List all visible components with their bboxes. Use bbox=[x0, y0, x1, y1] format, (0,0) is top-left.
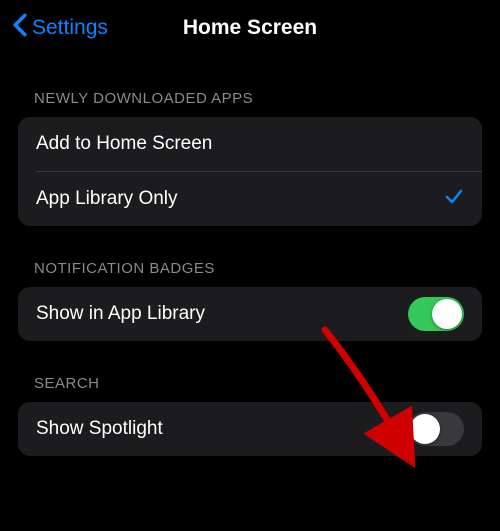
checkmark-icon bbox=[444, 186, 464, 212]
section-header-newly-downloaded: NEWLY DOWNLOADED APPS bbox=[0, 56, 500, 117]
section-header-notification-badges: NOTIFICATION BADGES bbox=[0, 226, 500, 287]
group-newly-downloaded: Add to Home Screen App Library Only bbox=[18, 117, 482, 226]
group-search: Show Spotlight bbox=[18, 402, 482, 456]
row-show-in-app-library[interactable]: Show in App Library bbox=[18, 287, 482, 341]
back-button[interactable]: Settings bbox=[12, 13, 108, 43]
toggle-show-spotlight[interactable] bbox=[408, 412, 464, 446]
row-add-to-home-screen[interactable]: Add to Home Screen bbox=[18, 117, 482, 171]
back-label: Settings bbox=[32, 16, 108, 40]
section-header-search: SEARCH bbox=[0, 341, 500, 402]
page-title: Home Screen bbox=[183, 16, 317, 40]
toggle-knob bbox=[432, 299, 462, 329]
nav-bar: Settings Home Screen bbox=[0, 0, 500, 56]
row-label: Show in App Library bbox=[36, 303, 205, 325]
row-label: Add to Home Screen bbox=[36, 133, 212, 155]
toggle-show-in-app-library[interactable] bbox=[408, 297, 464, 331]
back-chevron-icon bbox=[12, 13, 32, 43]
row-show-spotlight[interactable]: Show Spotlight bbox=[18, 402, 482, 456]
row-label: Show Spotlight bbox=[36, 418, 163, 440]
row-label: App Library Only bbox=[36, 188, 178, 210]
group-notification-badges: Show in App Library bbox=[18, 287, 482, 341]
row-app-library-only[interactable]: App Library Only bbox=[18, 172, 482, 226]
toggle-knob bbox=[410, 414, 440, 444]
